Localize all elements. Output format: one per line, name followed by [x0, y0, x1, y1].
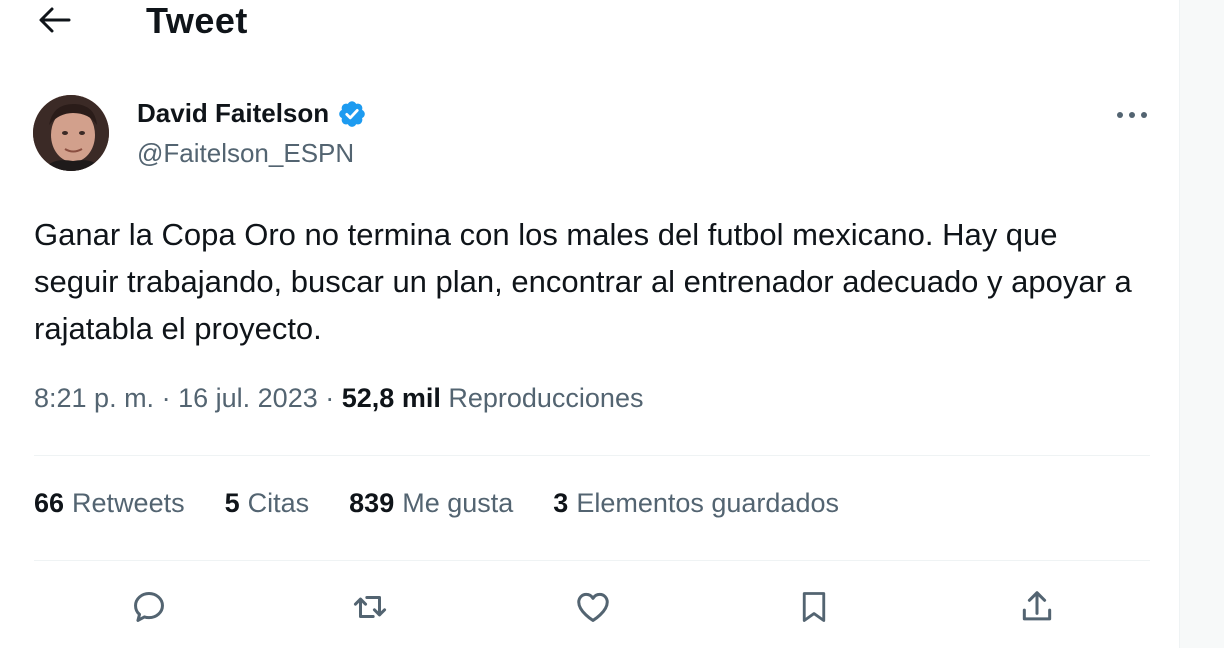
- stat-label: Me gusta: [402, 488, 514, 518]
- page-right-edge: [1179, 0, 1224, 648]
- reply-icon: [134, 592, 164, 622]
- page-title: Tweet: [146, 0, 248, 41]
- tweet-text: Ganar la Copa Oro no termina con los mal…: [34, 217, 1132, 346]
- divider: [34, 455, 1150, 456]
- meta-separator: ·: [161, 383, 171, 413]
- tweet-time[interactable]: 8:21 p. m.: [34, 383, 154, 413]
- stat-label: Elementos guardados: [576, 488, 839, 518]
- avatar-portrait: [33, 95, 109, 171]
- bookmark-button[interactable]: [791, 584, 837, 630]
- back-button[interactable]: [36, 4, 72, 36]
- avatar[interactable]: [33, 95, 109, 171]
- stat-bookmarks[interactable]: 3 Elementos guardados: [553, 488, 839, 519]
- verified-badge-icon: [337, 99, 367, 129]
- stat-likes[interactable]: 839 Me gusta: [349, 488, 513, 519]
- author-handle[interactable]: @Faitelson_ESPN: [137, 138, 354, 169]
- divider: [34, 560, 1150, 561]
- arrow-left-icon: [39, 7, 71, 33]
- header: Tweet: [0, 0, 1180, 41]
- retweet-button[interactable]: [347, 584, 393, 630]
- retweet-icon: [353, 595, 387, 619]
- stat-count: 839: [349, 488, 395, 518]
- stat-quotes[interactable]: 5 Citas: [225, 488, 310, 519]
- views-count: 52,8 mil: [341, 383, 441, 413]
- views-label: Reproducciones: [448, 383, 644, 413]
- share-button[interactable]: [1014, 584, 1060, 630]
- stat-retweets[interactable]: 66 Retweets: [34, 488, 185, 519]
- share-icon: [1022, 591, 1052, 621]
- stat-count: 66: [34, 488, 65, 518]
- stat-label: Retweets: [72, 488, 185, 518]
- engagement-stats: 66 Retweets 5 Citas 839 Me gusta 3 Elementos…: [34, 488, 879, 519]
- more-options-button[interactable]: [1110, 98, 1154, 132]
- reply-button[interactable]: [126, 584, 172, 630]
- like-icon: [577, 592, 609, 622]
- stat-label: Citas: [247, 488, 310, 518]
- stat-count: 5: [224, 488, 240, 518]
- meta-separator: ·: [325, 383, 335, 413]
- tweet-meta: 8:21 p. m. · 16 jul. 2023 · 52,8 mil Rep…: [34, 383, 643, 414]
- bookmark-icon: [802, 592, 826, 622]
- stat-count: 3: [553, 488, 569, 518]
- more-horizontal-icon: [1117, 112, 1147, 118]
- author-name-text: David Faitelson: [137, 98, 330, 128]
- like-button[interactable]: [570, 584, 616, 630]
- author-name[interactable]: David Faitelson: [137, 98, 367, 129]
- tweet-actions: [0, 584, 1180, 630]
- tweet-date[interactable]: 16 jul. 2023: [178, 383, 318, 413]
